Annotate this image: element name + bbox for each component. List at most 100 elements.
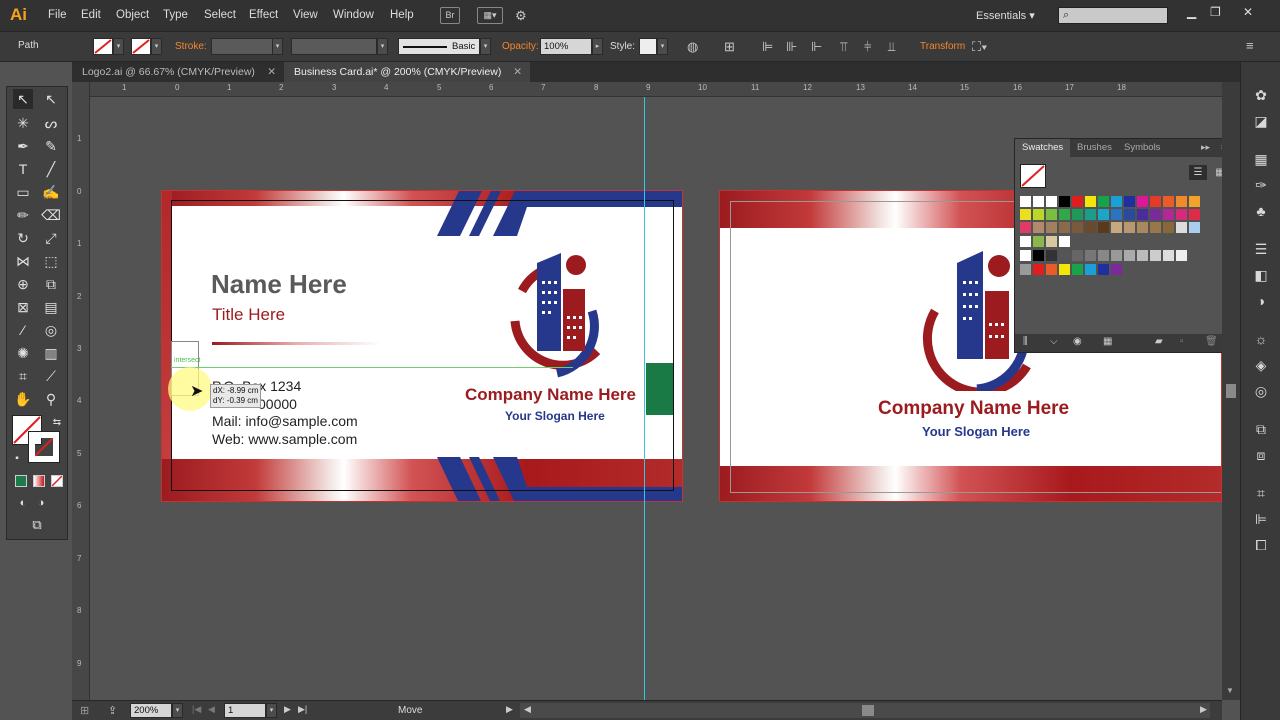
color-swatch[interactable] (1163, 250, 1174, 261)
color-swatch[interactable] (1150, 250, 1161, 261)
restore-icon[interactable]: ❐ (1210, 5, 1221, 19)
status-menu-icon[interactable]: ▶ (506, 704, 513, 715)
fill-stroke-indicator[interactable] (1020, 164, 1046, 188)
hscroll-thumb[interactable] (862, 705, 874, 716)
swatch-libraries-icon[interactable]: ⫼ (1023, 336, 1028, 347)
symbol-sprayer-tool-icon[interactable]: ✺ (13, 343, 33, 363)
prev-artboard-icon[interactable]: ◀ (208, 704, 215, 715)
tab-brushes[interactable]: Brushes (1070, 139, 1119, 157)
first-artboard-icon[interactable]: |◀ (192, 704, 201, 715)
menu-file[interactable]: File (48, 9, 67, 21)
hand-tool-icon[interactable]: ✋ (13, 389, 33, 409)
appearance-dock-icon[interactable]: ☼ (1250, 328, 1272, 350)
menu-edit[interactable]: Edit (81, 9, 101, 21)
color-swatch[interactable] (1111, 196, 1122, 207)
color-swatch[interactable] (1072, 250, 1083, 261)
workspace-switcher[interactable]: Essentials ▾ (976, 9, 1035, 22)
new-group-icon[interactable]: ▰ (1155, 336, 1163, 347)
color-swatch[interactable] (1098, 264, 1109, 275)
transform-dock-icon[interactable]: ⌗ (1250, 482, 1272, 504)
opacity-dropdown[interactable]: ▸ (592, 38, 603, 55)
stroke-color-box[interactable] (28, 431, 60, 463)
fill-dropdown[interactable]: ▾ (113, 38, 124, 55)
color-swatch[interactable] (1085, 250, 1096, 261)
color-swatch[interactable] (1059, 209, 1070, 220)
color-swatch[interactable] (1176, 222, 1187, 233)
stroke-dock-icon[interactable]: ☰ (1250, 238, 1272, 260)
align-right-icon[interactable]: ⊩ (811, 39, 822, 55)
menu-effect[interactable]: Effect (249, 9, 278, 21)
new-swatch-icon[interactable]: ▫ (1180, 336, 1184, 347)
style-dropdown[interactable]: ▾ (657, 38, 668, 55)
share-icon[interactable]: ⇪ (108, 704, 117, 717)
help-search-input[interactable]: ⌕ (1058, 7, 1168, 24)
color-swatch[interactable] (1059, 264, 1070, 275)
drawing-modes-icon[interactable]: ◐ (13, 493, 33, 513)
color-swatch[interactable] (1163, 196, 1174, 207)
color-swatch[interactable] (1059, 222, 1070, 233)
company-name-text[interactable]: Company Name Here (878, 398, 1069, 420)
color-swatch[interactable] (1059, 250, 1070, 261)
brush-dropdown[interactable]: ▾ (480, 38, 491, 55)
color-swatch[interactable] (1085, 222, 1096, 233)
line-tool-icon[interactable]: ╱ (41, 159, 61, 179)
draw-behind-icon[interactable]: ◑ (31, 493, 51, 513)
artboard-dropdown[interactable]: ▾ (266, 703, 277, 718)
close-icon[interactable]: ✕ (1243, 5, 1253, 19)
stroke-swatch[interactable] (131, 38, 151, 55)
close-tab-icon[interactable]: ✕ (267, 62, 276, 82)
color-swatch[interactable] (1150, 196, 1161, 207)
zoom-field[interactable]: 200% (130, 703, 172, 718)
stroke-label[interactable]: Stroke: (175, 41, 207, 52)
align-to-icon[interactable]: ⊞ (724, 39, 735, 55)
color-group-icon[interactable]: ▦ (1103, 336, 1112, 347)
vertical-guide[interactable] (644, 97, 645, 700)
color-swatch[interactable] (1189, 222, 1200, 233)
list-view-icon[interactable]: ☰ (1189, 165, 1207, 180)
opacity-label[interactable]: Opacity: (502, 41, 539, 52)
color-swatch[interactable] (1072, 196, 1083, 207)
menu-object[interactable]: Object (116, 9, 149, 21)
color-swatch[interactable] (1046, 250, 1057, 261)
fill-swatch[interactable] (93, 38, 113, 55)
color-swatch[interactable] (1111, 222, 1122, 233)
opacity-field[interactable]: 100% (540, 38, 592, 55)
color-swatch[interactable] (1137, 250, 1148, 261)
scale-tool-icon[interactable]: ⤢ (41, 228, 61, 248)
color-swatch[interactable] (1046, 196, 1057, 207)
color-swatch[interactable] (1189, 196, 1200, 207)
mesh-tool-icon[interactable]: ⊠ (13, 297, 33, 317)
color-swatch[interactable] (1020, 264, 1031, 275)
artboard-number-field[interactable]: 1 (224, 703, 266, 718)
brush-definition-field[interactable]: Basic (398, 38, 480, 55)
color-swatch[interactable] (1020, 250, 1031, 261)
color-swatch[interactable] (1020, 222, 1031, 233)
swatch-options-icon[interactable]: ◉ (1073, 336, 1082, 347)
menu-help[interactable]: Help (390, 9, 414, 21)
color-swatch[interactable] (1085, 209, 1096, 220)
zoom-dropdown[interactable]: ▾ (172, 703, 183, 718)
next-artboard-icon[interactable]: ▶ (284, 704, 291, 715)
symbols-dock-icon[interactable]: ♣ (1250, 200, 1272, 222)
align-middle-icon[interactable]: ⫩ (864, 39, 871, 55)
recolor-artwork-icon[interactable]: ◍ (687, 39, 698, 55)
horizontal-scrollbar[interactable]: ◀ ▶ (520, 703, 1210, 718)
color-swatch[interactable] (1020, 196, 1031, 207)
align-left-icon[interactable]: ⊫ (762, 39, 773, 55)
gradient-tool-icon[interactable]: ▤ (41, 297, 61, 317)
tab-logo2[interactable]: Logo2.ai @ 66.67% (CMYK/Preview) ✕ (72, 62, 284, 82)
color-swatch[interactable] (1059, 236, 1070, 247)
color-guide-icon[interactable]: ◪ (1250, 110, 1272, 132)
menu-view[interactable]: View (293, 9, 318, 21)
arrange-documents-icon[interactable]: ▦▾ (477, 7, 503, 24)
menu-window[interactable]: Window (333, 9, 374, 21)
color-swatch[interactable] (1033, 196, 1044, 207)
control-menu-icon[interactable]: ≡ (1246, 38, 1254, 53)
menu-type[interactable]: Type (163, 9, 188, 21)
none-mode-icon[interactable] (51, 475, 63, 487)
bridge-button[interactable]: Br (440, 7, 460, 24)
transform-link[interactable]: Transform (920, 41, 965, 52)
color-swatch[interactable] (1176, 209, 1187, 220)
business-card-front[interactable]: Name Here Title Here P.O. Box 1234 00000… (161, 190, 683, 502)
stroke-weight-dropdown[interactable]: ▾ (272, 38, 283, 55)
